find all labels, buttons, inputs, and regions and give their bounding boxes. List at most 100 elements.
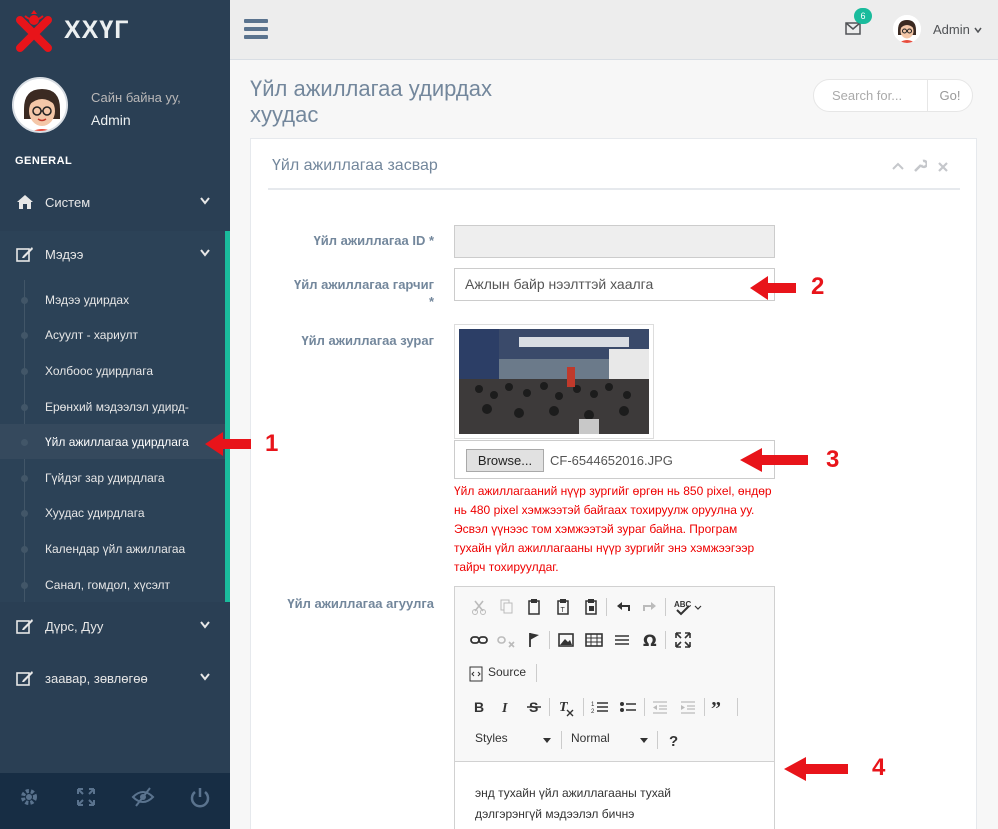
horizontal-line-icon[interactable]	[611, 630, 633, 650]
sidebar-submenu: Мэдээ удирдах Асуулт - хариулт Холбоос у…	[0, 280, 230, 602]
file-name: CF-6544652016.JPG	[550, 453, 673, 468]
link-icon[interactable]	[468, 630, 490, 650]
bullet-icon	[21, 582, 28, 589]
dropdown-arrow-icon[interactable]	[543, 738, 551, 744]
italic-icon[interactable]: I	[495, 697, 517, 717]
editor-content[interactable]: энд тухайн үйл ажиллагааны тухай дэлгэрэ…	[475, 783, 755, 825]
redo-icon[interactable]	[639, 597, 661, 617]
toolbar-separator	[549, 698, 550, 716]
sidebar-item-media[interactable]: Дүрс, Дуу	[0, 603, 230, 649]
chevron-up-icon[interactable]	[891, 161, 905, 171]
paste-icon[interactable]	[523, 597, 545, 617]
outdent-icon[interactable]	[649, 697, 671, 717]
styles-dropdown[interactable]: Styles	[475, 731, 508, 751]
blockquote-icon[interactable]: ”	[709, 697, 731, 717]
panel-divider	[268, 188, 960, 190]
submenu-item[interactable]: Холбоос удирдлага	[0, 353, 225, 388]
chevron-down-icon[interactable]	[974, 27, 982, 33]
home-icon	[17, 195, 33, 209]
bold-icon[interactable]: B	[468, 697, 490, 717]
submenu-item-label: Календар үйл ажиллагаа	[45, 542, 186, 556]
fullscreen-icon[interactable]	[72, 785, 100, 809]
file-upload-field[interactable]: Browse... CF-6544652016.JPG	[454, 440, 775, 479]
mail-icon[interactable]	[845, 22, 861, 35]
sidebar-item-news[interactable]: Мэдээ	[0, 231, 230, 280]
cut-icon[interactable]	[468, 597, 490, 617]
source-button[interactable]: Source	[488, 665, 526, 679]
submenu-item[interactable]: Асуулт - хариулт	[0, 317, 225, 352]
toolbar-separator	[536, 664, 537, 682]
spellcheck-icon[interactable]: ABC	[673, 597, 703, 617]
toolbar-separator	[561, 731, 562, 749]
search-go-button[interactable]: Go!	[927, 80, 972, 111]
activity-id-field[interactable]	[454, 225, 775, 258]
chevron-down-icon	[200, 249, 210, 257]
dropdown-arrow-icon[interactable]	[640, 738, 648, 744]
panel-title: Үйл ажиллагаа засвар	[272, 157, 438, 174]
submenu-item[interactable]: Хуудас удирдлага	[0, 495, 225, 530]
brand[interactable]: ХХҮГ	[0, 0, 230, 60]
chevron-down-icon	[200, 621, 210, 629]
annotation-arrow-2	[750, 276, 796, 300]
help-icon[interactable]: ?	[663, 730, 685, 750]
profile-greeting: Сайн байна уу,	[91, 90, 181, 105]
profile-name: Admin	[91, 112, 131, 128]
user-menu[interactable]: Admin	[933, 22, 970, 37]
toolbar-separator	[665, 631, 666, 649]
svg-text:?: ?	[669, 733, 678, 750]
submenu-item[interactable]: Санал, гомдол, хүсэлт	[0, 567, 225, 602]
image-icon[interactable]	[555, 630, 577, 650]
numbered-list-icon[interactable]: 12	[589, 697, 611, 717]
edit-icon	[16, 671, 33, 686]
gear-icon[interactable]	[15, 785, 43, 809]
svg-text:I: I	[501, 701, 508, 716]
copy-icon[interactable]	[495, 597, 517, 617]
remove-format-icon[interactable]: T	[555, 697, 577, 717]
paste-text-icon[interactable]: T	[552, 597, 574, 617]
submenu-item-label: Санал, гомдол, хүсэлт	[45, 578, 171, 592]
special-char-icon[interactable]: Ω	[639, 630, 661, 650]
sidebar-item-label: заавар, зөвлөгөө	[45, 671, 148, 686]
user-avatar[interactable]	[893, 15, 921, 43]
submenu-item-label: Мэдээ удирдах	[45, 293, 130, 307]
editor-content-line: энд тухайн үйл ажиллагааны тухай	[475, 786, 671, 800]
bullet-list-icon[interactable]	[617, 697, 639, 717]
browse-button[interactable]: Browse...	[466, 449, 544, 472]
activity-image-preview	[454, 324, 654, 439]
activity-title-field[interactable]: Ажлын байр нээлттэй хаалга	[454, 268, 775, 301]
toolbar-separator	[583, 698, 584, 716]
submenu-item[interactable]: Гүйдэг зар удирдлага	[0, 460, 225, 495]
brand-name: ХХҮГ	[64, 16, 130, 44]
paste-word-icon[interactable]	[580, 597, 602, 617]
submenu-item[interactable]: Мэдээ удирдах	[0, 282, 225, 317]
sidebar-item-guide[interactable]: заавар, зөвлөгөө	[0, 655, 230, 701]
eye-slash-icon[interactable]	[129, 785, 157, 809]
submenu-item-active[interactable]: Үйл ажиллагаа удирдлага	[0, 424, 225, 459]
editor-toolbar: T ABC Ω Source B I S T 12 ” Styles Norma…	[455, 587, 774, 762]
brand-logo-icon	[16, 10, 52, 52]
strikethrough-icon[interactable]: S	[523, 697, 545, 717]
id-label: Үйл ажиллагаа ID *	[313, 233, 434, 248]
sidebar-item-system[interactable]: Систем	[0, 179, 230, 225]
chevron-down-icon	[200, 673, 210, 681]
source-icon[interactable]	[469, 666, 483, 682]
format-dropdown[interactable]: Normal	[571, 731, 610, 751]
submenu-item[interactable]: Ерөнхий мэдээлэл удирд-	[0, 389, 225, 424]
close-icon[interactable]	[937, 161, 949, 173]
anchor-flag-icon[interactable]	[523, 630, 545, 650]
maximize-icon[interactable]	[672, 630, 694, 650]
svg-text:Ω: Ω	[643, 631, 657, 650]
submenu-item[interactable]: Календар үйл ажиллагаа	[0, 531, 225, 566]
bullet-icon	[21, 475, 28, 482]
unlink-icon[interactable]	[495, 630, 517, 650]
power-icon[interactable]	[186, 785, 214, 809]
annotation-arrow-4	[784, 757, 848, 781]
toolbar-separator	[606, 598, 607, 616]
indent-icon[interactable]	[677, 697, 699, 717]
wrench-icon[interactable]	[913, 159, 927, 173]
toolbar-separator	[644, 698, 645, 716]
search-input[interactable]	[814, 80, 927, 111]
table-icon[interactable]	[583, 630, 605, 650]
undo-icon[interactable]	[612, 597, 634, 617]
menu-toggle-icon[interactable]	[244, 19, 268, 39]
